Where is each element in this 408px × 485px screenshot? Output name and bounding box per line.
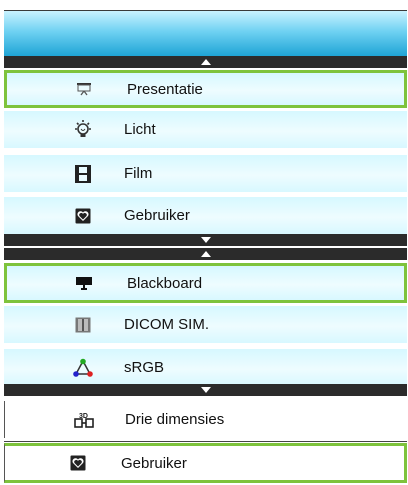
lightbulb-icon — [72, 119, 94, 141]
menu-item-label: sRGB — [124, 359, 165, 376]
menu-item-label: Blackboard — [127, 274, 203, 292]
menu-item-film[interactable]: Film — [4, 155, 407, 192]
scroll-down-bar-1[interactable] — [4, 234, 407, 246]
menu-item-blackboard[interactable]: Blackboard — [4, 263, 407, 303]
scroll-down-bar-2[interactable] — [4, 384, 407, 396]
menu-item-label: Presentatie — [127, 80, 203, 98]
menu-item-label: DICOM SIM. — [124, 316, 209, 333]
menu-item-gebruiker-2[interactable]: Gebruiker — [4, 443, 407, 483]
arrow-up-icon — [200, 59, 211, 65]
scroll-up-bar-1[interactable] — [4, 56, 407, 68]
menu-item-label: Drie dimensies — [125, 411, 225, 428]
scroll-up-bar-2[interactable] — [4, 248, 407, 260]
menu-item-drie-dimensies[interactable]: 3D Drie dimensies — [4, 401, 407, 438]
color-triangle-icon — [72, 357, 94, 379]
arrow-down-icon — [200, 387, 211, 393]
heart-box-icon — [67, 452, 89, 474]
arrow-up-icon — [200, 251, 211, 257]
menu-item-label: Gebruiker — [124, 207, 190, 224]
film-strip-icon — [72, 163, 94, 185]
menu-item-gebruiker-1[interactable]: Gebruiker — [4, 197, 407, 234]
menu-item-srgb[interactable]: sRGB — [4, 349, 407, 386]
menu-header — [4, 10, 407, 57]
divider — [4, 441, 407, 442]
menu-item-presentatie[interactable]: Presentatie — [4, 70, 407, 108]
blackboard-icon — [73, 272, 95, 294]
menu-item-dicom[interactable]: DICOM SIM. — [4, 306, 407, 343]
heart-box-icon — [72, 205, 94, 227]
xray-icon — [72, 314, 94, 336]
menu-item-licht[interactable]: Licht — [4, 111, 407, 148]
3d-icon: 3D — [73, 409, 95, 431]
menu-item-label: Film — [124, 165, 153, 182]
menu-item-label: Licht — [124, 121, 156, 138]
arrow-down-icon — [200, 237, 211, 243]
presentation-icon — [73, 78, 95, 100]
menu-item-label: Gebruiker — [121, 454, 187, 472]
